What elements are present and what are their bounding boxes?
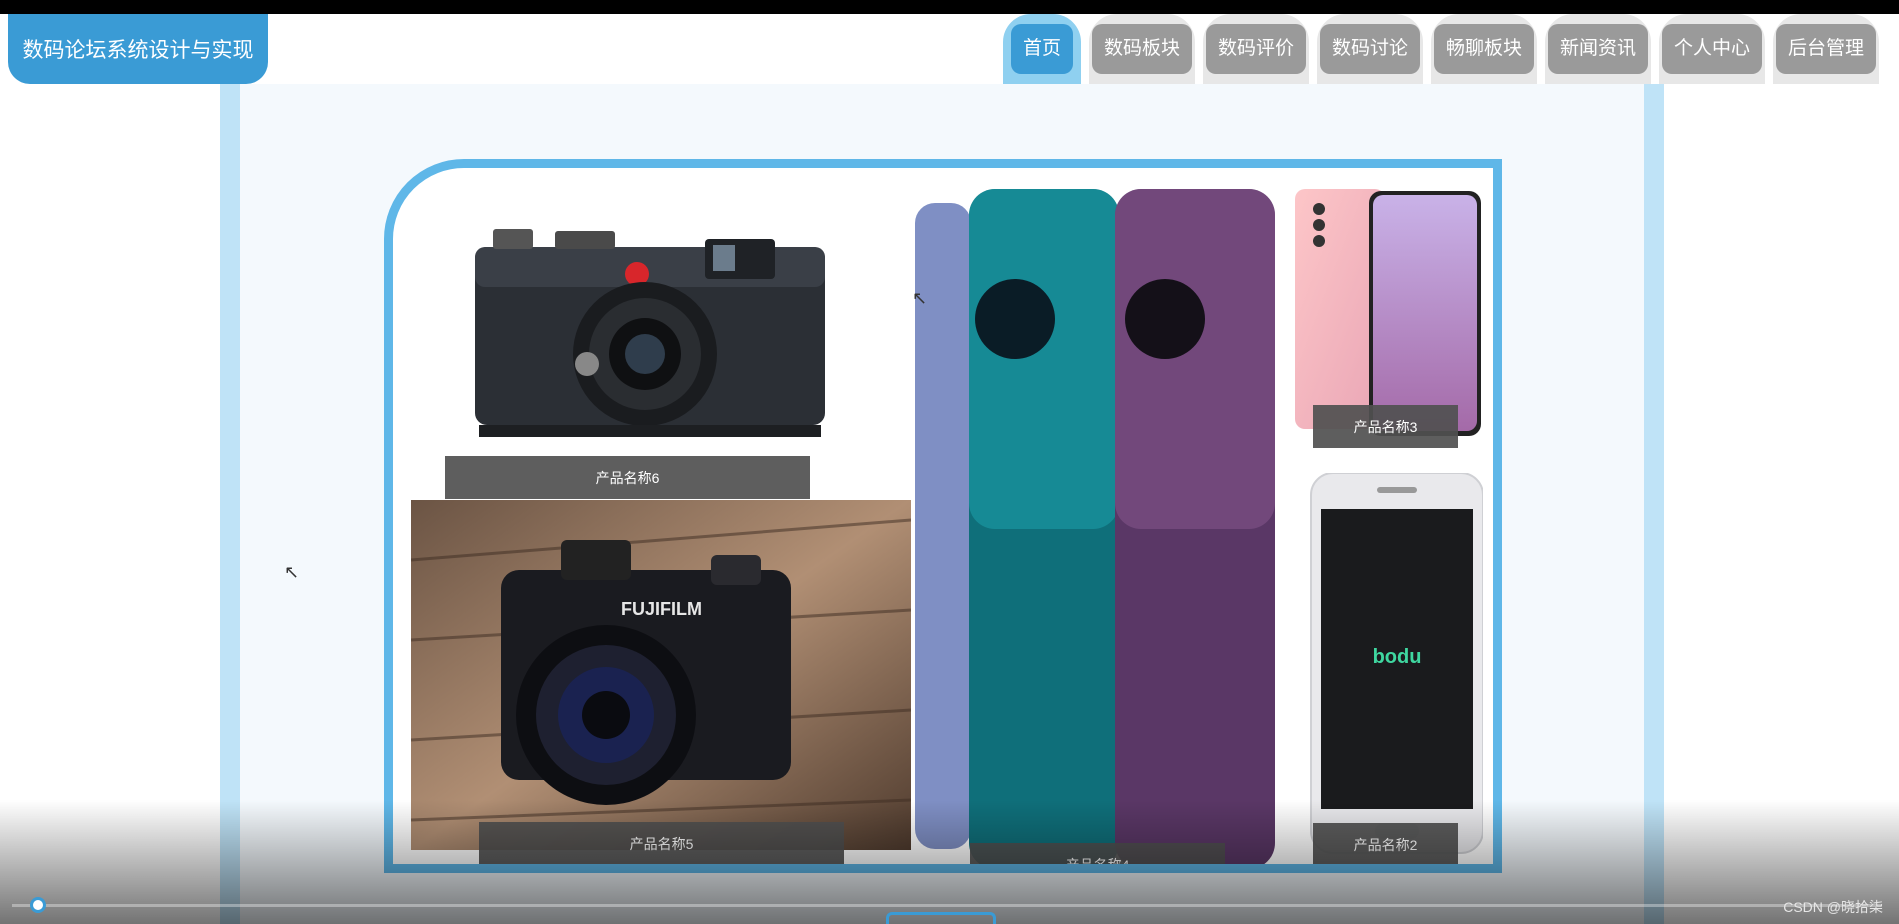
- svg-text:bodu: bodu: [1373, 646, 1422, 668]
- product-caption-3: 产品名称3: [1313, 405, 1458, 448]
- nav-item-news[interactable]: 新闻资讯: [1545, 14, 1651, 84]
- nav-item-digital-board[interactable]: 数码板块: [1089, 14, 1195, 84]
- product-caption-5: 产品名称5: [479, 822, 844, 864]
- product-card-6[interactable]: 产品名称6: [445, 189, 875, 499]
- bottom-indicator[interactable]: [886, 912, 996, 924]
- product-card-3[interactable]: 产品名称3: [1293, 189, 1483, 448]
- product-caption-2: 产品名称2: [1313, 823, 1458, 864]
- nav-item-digital-review[interactable]: 数码评价: [1203, 14, 1309, 84]
- product-card-2[interactable]: bodu 产品名称2: [1293, 473, 1483, 864]
- watermark: CSDN @晓拾柒: [1783, 899, 1883, 915]
- fujifilm-camera-image: FUJIFILM: [411, 500, 911, 850]
- video-progress-handle[interactable]: [30, 897, 46, 913]
- main-nav: 首页 数码板块 数码评价 数码讨论 畅聊板块 新闻资讯 个人中心 后台管理: [995, 14, 1879, 84]
- site-title: 数码论坛系统设计与实现: [22, 39, 254, 62]
- white-phone-image: bodu: [1310, 473, 1483, 854]
- phones-image: [915, 189, 1287, 864]
- product-gallery: 产品名称6 FUJIFILM 产品名称5 产品名称4 产品名称3 bodu 产品…: [384, 159, 1502, 873]
- nav-item-admin[interactable]: 后台管理: [1773, 14, 1879, 84]
- nav-item-home[interactable]: 首页: [1003, 14, 1081, 84]
- video-progress-bar[interactable]: [12, 904, 1882, 907]
- product-caption-4: 产品名称4: [970, 843, 1225, 864]
- video-top-bar: [0, 0, 1899, 14]
- product-card-5[interactable]: FUJIFILM 产品名称5: [411, 500, 911, 864]
- mouse-cursor-icon: ↖: [284, 562, 300, 582]
- mouse-cursor-icon: ↖: [912, 288, 928, 308]
- nav-item-digital-discussion[interactable]: 数码讨论: [1317, 14, 1423, 84]
- product-caption-6: 产品名称6: [445, 456, 810, 499]
- site-logo[interactable]: 数码论坛系统设计与实现: [8, 14, 268, 84]
- nav-item-chat-board[interactable]: 畅聊板块: [1431, 14, 1537, 84]
- leica-camera-image: [445, 189, 875, 489]
- product-card-4[interactable]: 产品名称4: [915, 189, 1287, 864]
- svg-text:FUJIFILM: FUJIFILM: [621, 599, 702, 619]
- nav-item-personal-center[interactable]: 个人中心: [1659, 14, 1765, 84]
